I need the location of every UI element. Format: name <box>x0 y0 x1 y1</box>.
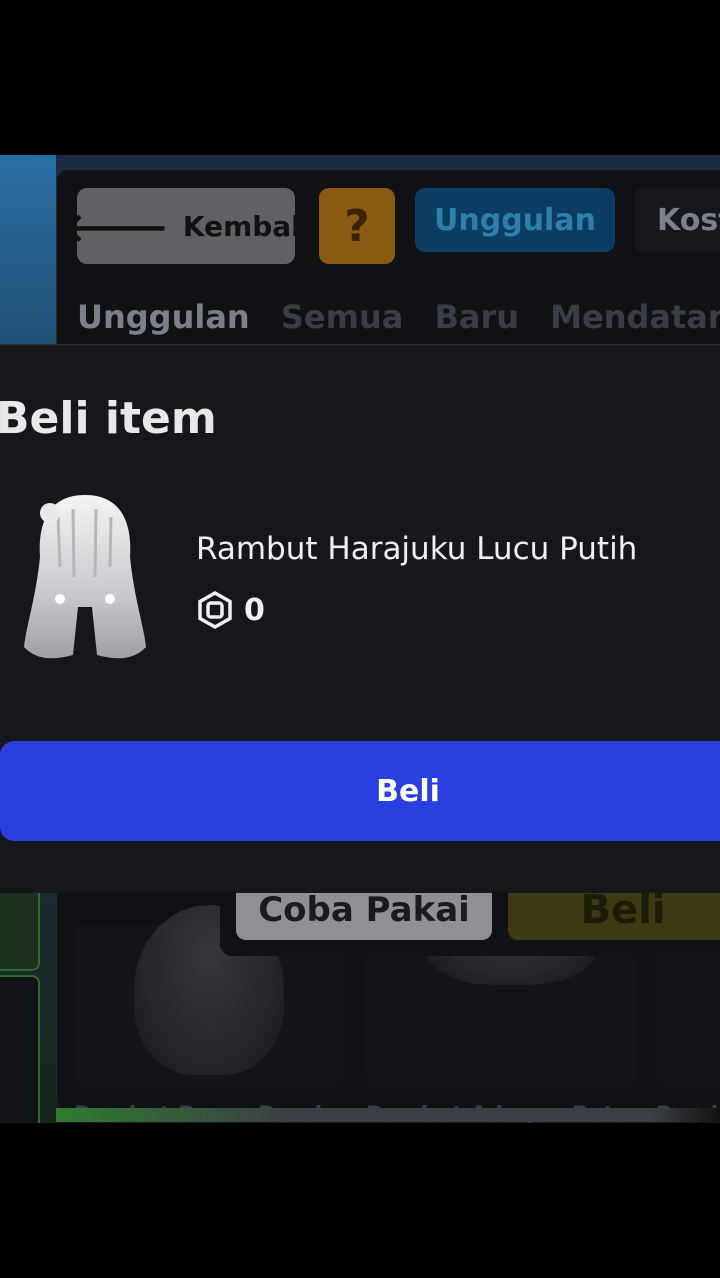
dialog-title: Beli item <box>0 393 217 444</box>
price-row: 0 <box>196 591 265 629</box>
tab-costume[interactable]: Kost <box>633 188 720 252</box>
scrollbar[interactable] <box>56 1108 720 1122</box>
filter-all[interactable]: Semua <box>281 298 403 336</box>
back-button-label: Kembali <box>182 209 311 243</box>
buy-button-label: Beli <box>376 773 440 809</box>
item-thumbnail <box>18 487 152 667</box>
robux-icon <box>198 591 232 629</box>
question-icon: ? <box>344 200 370 252</box>
filter-row: Unggulan Semua Baru Mendatang D <box>77 298 720 336</box>
tab-costume-label: Kost <box>657 202 720 238</box>
arrow-left-icon: 🡐 <box>61 204 169 251</box>
tab-featured[interactable]: Unggulan <box>415 188 615 252</box>
purchase-dialog: Beli item Rambut Harajuku Lucu Putih 0 B… <box>0 344 720 893</box>
help-button[interactable]: ? <box>319 188 395 264</box>
filter-featured[interactable]: Unggulan <box>77 298 250 336</box>
back-button[interactable]: 🡐 Kembali <box>62 188 310 264</box>
tab-featured-label: Unggulan <box>434 202 596 238</box>
item-name: Rambut Harajuku Lucu Putih <box>196 531 638 567</box>
side-card[interactable] <box>0 975 40 1123</box>
filter-new[interactable]: Baru <box>434 298 519 336</box>
item-price: 0 <box>244 592 265 628</box>
buy-button[interactable]: Beli <box>0 741 720 841</box>
side-card[interactable] <box>0 885 40 971</box>
filter-upcoming[interactable]: Mendatang <box>550 298 720 336</box>
hair-icon <box>24 495 146 659</box>
